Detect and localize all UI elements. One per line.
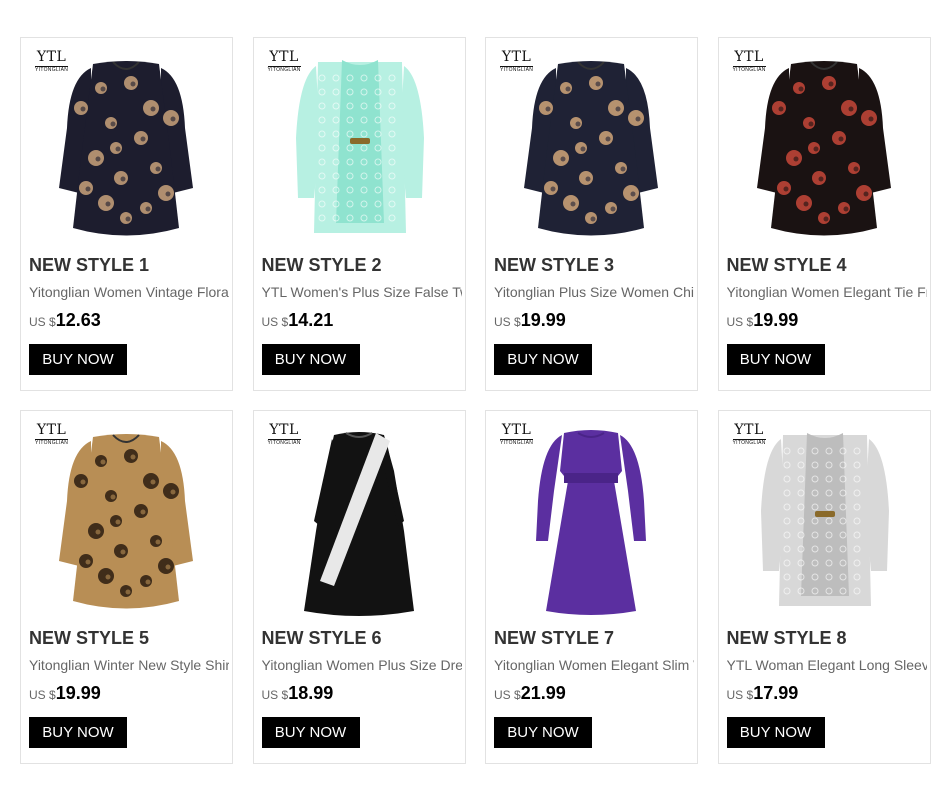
product-card[interactable]: YTL YITONGLIAN NEW STYLE 5 Yitonglian Winte…	[20, 410, 233, 764]
product-card[interactable]: YTL YITONGLIAN NEW STYLE 1 Yitonglian Women…	[20, 37, 233, 391]
brand-logo-subtext: YITONGLIAN	[267, 439, 301, 446]
brand-logo: YTL YITONGLIAN	[732, 422, 766, 446]
product-card[interactable]: YTL YITONGLIAN NEW STYLE 4 Yitonglian Women…	[717, 37, 931, 391]
price-currency: US $	[726, 315, 754, 329]
price-currency: US $	[29, 315, 56, 329]
price-amount: 21.99	[520, 683, 566, 703]
brand-logo-text: YTL	[734, 49, 764, 65]
product-title[interactable]: NEW STYLE 3	[494, 255, 614, 276]
product-title[interactable]: NEW STYLE 8	[727, 628, 847, 649]
product-card[interactable]: YTL YITONGLIAN NEW STYLE 2 YTL Women's Plus…	[252, 37, 466, 391]
product-title[interactable]: NEW STYLE 7	[494, 628, 614, 649]
product-description[interactable]: Yitonglian Winter New Style Shirts Leopa…	[29, 656, 229, 674]
buy-now-button[interactable]: BUY NOW	[261, 717, 360, 748]
product-image[interactable]: YTL YITONGLIAN	[719, 38, 930, 248]
product-image[interactable]: YTL YITONGLIAN	[486, 411, 697, 621]
product-card[interactable]: YTL YITONGLIAN NEW STYLE 7 Yitonglian Women…	[485, 410, 698, 764]
price-amount: 19.99	[55, 683, 101, 703]
product-card[interactable]: YTL YITONGLIAN NEW STYLE 6 Yitonglian Women…	[252, 410, 466, 764]
brand-logo-subtext: YITONGLIAN	[35, 439, 69, 446]
product-card[interactable]: YTL YITONGLIAN NEW STYLE 3 Yitonglian Plus …	[485, 37, 698, 391]
product-price: US $19.99	[727, 310, 799, 331]
price-currency: US $	[29, 688, 56, 702]
brand-logo: YTL YITONGLIAN	[500, 49, 534, 73]
product-description[interactable]: Yitonglian Women Vintage Floral Print To…	[29, 283, 229, 301]
brand-logo-text: YTL	[36, 49, 67, 65]
brand-logo: YTL YITONGLIAN	[267, 49, 301, 73]
brand-logo-text: YTL	[269, 422, 299, 438]
product-description[interactable]: Yitonglian Women Elegant Tie Front Flora…	[727, 283, 927, 301]
product-description[interactable]: YTL Woman Elegant Long Sleeve Lace Cardi…	[727, 656, 927, 674]
product-price: US $19.99	[29, 683, 101, 704]
buy-now-button[interactable]: BUY NOW	[726, 344, 825, 375]
price-amount: 17.99	[753, 683, 799, 703]
brand-logo-text: YTL	[501, 422, 532, 438]
brand-logo: YTL YITONGLIAN	[267, 422, 301, 446]
brand-logo: YTL YITONGLIAN	[732, 49, 766, 73]
product-title[interactable]: NEW STYLE 2	[262, 255, 382, 276]
product-card[interactable]: YTL YITONGLIAN NEW STYLE 8 YTL Woman Elegan…	[717, 410, 931, 764]
product-image[interactable]: YTL YITONGLIAN	[486, 38, 697, 248]
price-amount: 18.99	[288, 683, 334, 703]
brand-logo: YTL YITONGLIAN	[500, 422, 534, 446]
brand-logo-subtext: YITONGLIAN	[500, 439, 534, 446]
product-image[interactable]: YTL YITONGLIAN	[254, 38, 465, 248]
product-title[interactable]: NEW STYLE 4	[727, 255, 847, 276]
product-description[interactable]: YTL Women's Plus Size False Two-piece La…	[262, 283, 462, 301]
brand-logo-text: YTL	[734, 422, 764, 438]
product-title[interactable]: NEW STYLE 5	[29, 628, 149, 649]
product-title[interactable]: NEW STYLE 1	[29, 255, 149, 276]
buy-now-button[interactable]: BUY NOW	[261, 344, 360, 375]
buy-now-button[interactable]: BUY NOW	[29, 344, 127, 375]
price-amount: 19.99	[520, 310, 566, 330]
price-amount: 19.99	[753, 310, 799, 330]
brand-logo-text: YTL	[501, 49, 532, 65]
brand-logo-subtext: YITONGLIAN	[732, 66, 766, 73]
product-price: US $18.99	[262, 683, 334, 704]
price-currency: US $	[494, 315, 521, 329]
product-description[interactable]: Yitonglian Women Plus Size Dress Long Sl…	[262, 656, 462, 674]
buy-now-button[interactable]: BUY NOW	[29, 717, 127, 748]
brand-logo-text: YTL	[269, 49, 299, 65]
product-title[interactable]: NEW STYLE 6	[262, 628, 382, 649]
product-price: US $14.21	[262, 310, 334, 331]
brand-logo-subtext: YITONGLIAN	[732, 439, 766, 446]
price-amount: 14.21	[288, 310, 334, 330]
product-price: US $12.63	[29, 310, 101, 331]
price-currency: US $	[726, 688, 754, 702]
product-price: US $17.99	[727, 683, 799, 704]
product-image[interactable]: YTL YITONGLIAN	[254, 411, 465, 621]
brand-logo-subtext: YITONGLIAN	[35, 66, 69, 73]
brand-logo: YTL YITONGLIAN	[35, 422, 69, 446]
price-currency: US $	[261, 688, 289, 702]
buy-now-button[interactable]: BUY NOW	[494, 717, 592, 748]
buy-now-button[interactable]: BUY NOW	[726, 717, 825, 748]
product-price: US $21.99	[494, 683, 566, 704]
product-description[interactable]: Yitonglian Plus Size Women Chiffon Flora…	[494, 283, 694, 301]
price-amount: 12.63	[55, 310, 101, 330]
product-price: US $19.99	[494, 310, 566, 331]
brand-logo-subtext: YITONGLIAN	[267, 66, 301, 73]
product-image[interactable]: YTL YITONGLIAN	[21, 38, 232, 248]
brand-logo-subtext: YITONGLIAN	[500, 66, 534, 73]
brand-logo-text: YTL	[36, 422, 67, 438]
product-description[interactable]: Yitonglian Women Elegant Slim Waist Dres…	[494, 656, 694, 674]
product-image[interactable]: YTL YITONGLIAN	[719, 411, 930, 621]
price-currency: US $	[494, 688, 521, 702]
price-currency: US $	[261, 315, 289, 329]
brand-logo: YTL YITONGLIAN	[35, 49, 69, 73]
product-image[interactable]: YTL YITONGLIAN	[21, 411, 232, 621]
buy-now-button[interactable]: BUY NOW	[494, 344, 592, 375]
